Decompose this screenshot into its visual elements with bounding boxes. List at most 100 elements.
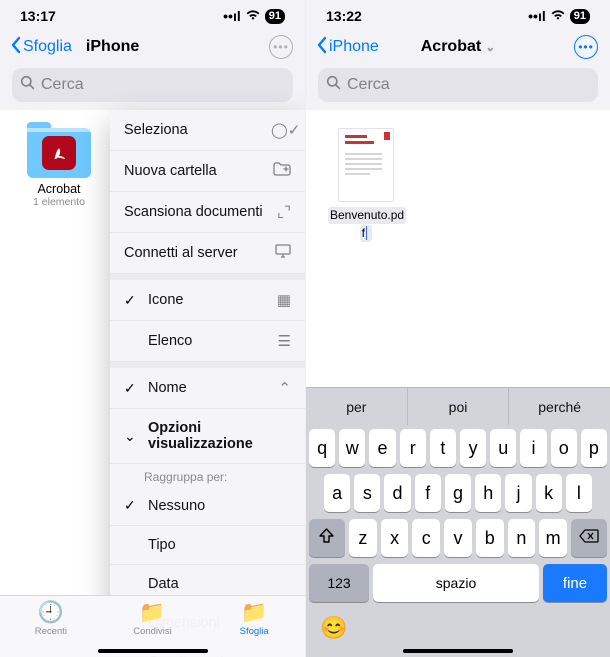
key-g[interactable]: g — [445, 474, 471, 512]
key-b[interactable]: b — [476, 519, 504, 557]
chevron-down-icon: ⌄ — [485, 40, 495, 54]
phone-left: 13:17 ••ıl 91 Sfoglia iPhone ••• Cerca — [0, 0, 305, 657]
phone-right: 13:22 ••ıl 91 iPhone Acrobat⌄ ••• Cerca — [305, 0, 610, 657]
key-123[interactable]: 123 — [309, 564, 369, 602]
keyboard-footer: 😊 — [306, 611, 610, 649]
back-button[interactable]: Sfoglia — [10, 36, 72, 59]
key-w[interactable]: w — [339, 429, 365, 467]
file-benvenuto[interactable]: Benvenuto.pd f — [328, 128, 404, 242]
tab-recenti[interactable]: 🕘Recenti — [11, 601, 91, 637]
menu-tipo[interactable]: Tipo — [110, 526, 305, 565]
check-icon: ✓ — [124, 497, 140, 514]
folder-sub: 1 elemento — [22, 196, 96, 208]
key-k[interactable]: k — [536, 474, 562, 512]
key-l[interactable]: l — [566, 474, 592, 512]
menu-nessuno[interactable]: ✓Nessuno — [110, 486, 305, 526]
key-space[interactable]: spazio — [373, 564, 539, 602]
folder-icon — [27, 128, 91, 178]
file-name-editing-line2[interactable]: f — [360, 225, 373, 242]
key-v[interactable]: v — [444, 519, 472, 557]
tab-sfoglia[interactable]: 📁Sfoglia — [214, 601, 294, 637]
menu-nome[interactable]: ✓Nome⌃ — [110, 368, 305, 409]
signal-icon: ••ıl — [528, 8, 546, 24]
key-m[interactable]: m — [539, 519, 567, 557]
key-z[interactable]: z — [349, 519, 377, 557]
more-button[interactable]: ••• — [574, 35, 598, 59]
folder-name: Acrobat — [22, 182, 96, 196]
menu-connetti[interactable]: Connetti al server — [110, 233, 305, 274]
list-icon: ☰ — [271, 332, 291, 350]
back-label: iPhone — [329, 38, 379, 56]
key-t[interactable]: t — [430, 429, 456, 467]
prediction-2[interactable]: poi — [408, 388, 510, 425]
tab-condivisi[interactable]: 📁Condivisi — [112, 601, 192, 637]
key-backspace[interactable] — [571, 519, 607, 557]
menu-nuova-cartella[interactable]: Nuova cartella — [110, 151, 305, 192]
folder-acrobat[interactable]: Acrobat 1 elemento — [22, 128, 96, 208]
key-u[interactable]: u — [490, 429, 516, 467]
key-y[interactable]: y — [460, 429, 486, 467]
acrobat-icon — [42, 136, 76, 170]
backspace-icon — [579, 529, 599, 547]
group-by-label: Raggruppa per: — [110, 464, 305, 486]
tab-bar: 🕘Recenti 📁Condivisi 📁Sfoglia — [0, 595, 305, 657]
key-h[interactable]: h — [475, 474, 501, 512]
home-indicator[interactable] — [98, 649, 208, 653]
key-n[interactable]: n — [508, 519, 536, 557]
status-time: 13:22 — [326, 8, 362, 24]
key-p[interactable]: p — [581, 429, 607, 467]
server-icon — [271, 244, 291, 262]
menu-elenco[interactable]: Elenco☰ — [110, 321, 305, 362]
search-icon — [326, 75, 341, 95]
search-field[interactable]: Cerca — [318, 68, 598, 102]
search-icon — [20, 75, 35, 95]
prediction-3[interactable]: perché — [509, 388, 610, 425]
back-button[interactable]: iPhone — [316, 36, 379, 59]
keyboard: per poi perché q w e r t y u i o p a s d… — [306, 387, 610, 657]
wifi-icon — [245, 8, 261, 24]
key-shift[interactable] — [309, 519, 345, 557]
key-c[interactable]: c — [412, 519, 440, 557]
nav-title[interactable]: Acrobat⌄ — [421, 38, 496, 56]
file-name-editing[interactable]: Benvenuto.pd — [328, 207, 406, 224]
key-x[interactable]: x — [381, 519, 409, 557]
emoji-key[interactable]: 😊 — [320, 615, 347, 641]
signal-icon: ••ıl — [223, 8, 241, 24]
key-j[interactable]: j — [505, 474, 531, 512]
wifi-icon — [550, 8, 566, 24]
search-placeholder: Cerca — [41, 76, 84, 94]
status-bar: 13:22 ••ıl 91 — [306, 6, 610, 26]
menu-icone[interactable]: ✓Icone▦ — [110, 280, 305, 321]
key-d[interactable]: d — [384, 474, 410, 512]
select-icon: ◯✓ — [271, 121, 291, 139]
scan-icon: ⌞⌝ — [271, 203, 291, 221]
check-icon: ✓ — [124, 292, 140, 309]
more-button[interactable]: ••• — [269, 35, 293, 59]
status-indicators: ••ıl 91 — [528, 8, 590, 24]
check-icon: ✓ — [124, 380, 140, 397]
nav-bar: iPhone Acrobat⌄ ••• — [306, 26, 610, 68]
key-o[interactable]: o — [551, 429, 577, 467]
key-e[interactable]: e — [369, 429, 395, 467]
content-area: Acrobat 1 elemento Seleziona◯✓ Nuova car… — [0, 110, 305, 657]
new-folder-icon — [271, 162, 291, 180]
key-i[interactable]: i — [520, 429, 546, 467]
key-r[interactable]: r — [400, 429, 426, 467]
grid-icon: ▦ — [271, 291, 291, 309]
key-s[interactable]: s — [354, 474, 380, 512]
prediction-1[interactable]: per — [306, 388, 408, 425]
shared-folder-icon: 📁 — [112, 601, 192, 625]
key-return[interactable]: fine — [543, 564, 607, 602]
back-label: Sfoglia — [23, 38, 72, 56]
home-indicator[interactable] — [403, 649, 513, 653]
chevron-left-icon — [316, 36, 327, 59]
menu-scansiona[interactable]: Scansiona documenti⌞⌝ — [110, 192, 305, 233]
key-a[interactable]: a — [324, 474, 350, 512]
battery-icon: 91 — [265, 9, 285, 24]
menu-seleziona[interactable]: Seleziona◯✓ — [110, 110, 305, 151]
context-menu: Seleziona◯✓ Nuova cartella Scansiona doc… — [110, 110, 305, 657]
search-field[interactable]: Cerca — [12, 68, 293, 102]
key-q[interactable]: q — [309, 429, 335, 467]
key-f[interactable]: f — [415, 474, 441, 512]
menu-opzioni-header[interactable]: ⌄Opzioni visualizzazione — [110, 409, 305, 464]
